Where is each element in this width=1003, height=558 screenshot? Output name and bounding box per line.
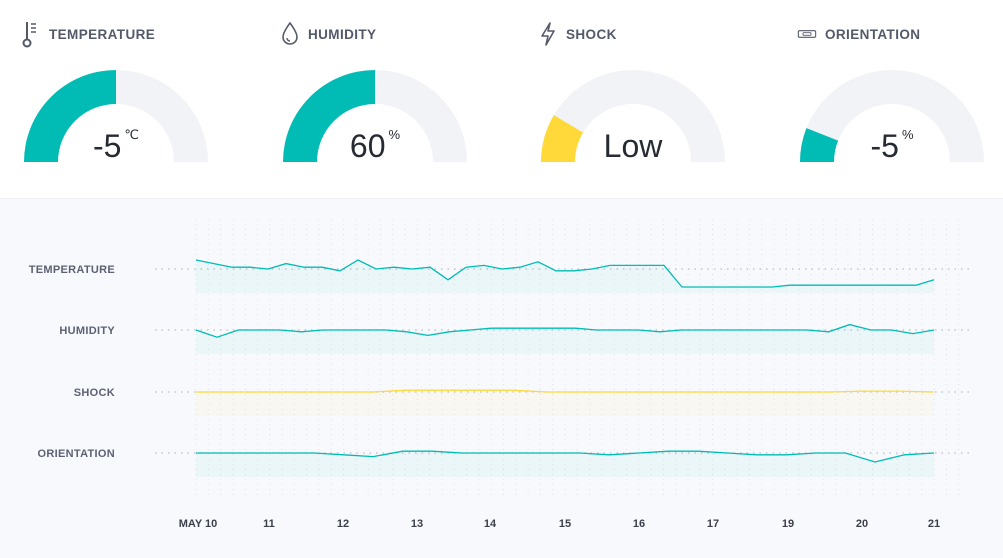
temperature-value-number: -5	[92, 128, 122, 164]
x-tick-label: 11	[263, 518, 275, 530]
humidity-value-unit: %	[388, 127, 401, 143]
humidity-label: HUMIDITY	[308, 26, 377, 42]
sensor-timeline-chart: TEMPERATURE HUMIDITY SHOCK ORIENTATION MAY 1…	[0, 199, 1003, 558]
x-tick-label: 16	[633, 518, 645, 530]
x-tick-label: 21	[928, 518, 940, 530]
temperature-value-unit: ℃	[124, 127, 140, 143]
shock-label: SHOCK	[566, 26, 617, 42]
level-icon	[797, 20, 817, 48]
orientation-value: -5%	[797, 127, 987, 165]
row-label-temperature: TEMPERATURE	[29, 264, 115, 276]
gauge-panel: TEMPERATURE -5 ℃ HUMIDITY 60% SHOCK Low ORIE…	[0, 0, 1003, 198]
chart-svg: TEMPERATURE HUMIDITY SHOCK ORIENTATION MAY 1…	[29, 219, 970, 530]
gauge-temperature: TEMPERATURE -5 ℃	[21, 0, 261, 198]
temperature-value: -5 ℃	[21, 127, 211, 165]
x-tick-label: 12	[337, 518, 349, 530]
temperature-label: TEMPERATURE	[49, 26, 156, 42]
gauge-shock: SHOCK Low	[538, 0, 778, 198]
shock-value-number: Low	[603, 128, 663, 164]
series-area-orientation	[196, 451, 934, 477]
orientation-label: ORIENTATION	[825, 26, 921, 42]
row-label-orientation: ORIENTATION	[38, 448, 115, 460]
x-tick-label: 13	[411, 518, 423, 530]
lightning-icon	[538, 20, 558, 48]
x-tick-label: 15	[559, 518, 571, 530]
orientation-title: ORIENTATION	[797, 20, 920, 48]
humidity-value-number: 60	[349, 128, 386, 164]
humidity-title: HUMIDITY	[280, 20, 376, 48]
x-tick-label: 19	[782, 518, 794, 530]
series-area-shock	[196, 390, 934, 416]
row-label-shock: SHOCK	[74, 387, 115, 399]
row-label-humidity: HUMIDITY	[59, 325, 115, 337]
gauge-humidity: HUMIDITY 60%	[280, 0, 520, 198]
shock-value: Low	[538, 128, 728, 165]
series-line-shock	[196, 389, 935, 393]
gauge-orientation: ORIENTATION -5%	[797, 0, 1003, 198]
x-tick-label: 14	[484, 518, 497, 530]
humidity-value: 60%	[280, 127, 470, 165]
thermometer-icon	[21, 20, 41, 48]
x-tick-label: MAY 10	[179, 518, 218, 530]
orientation-value-number: -5	[870, 128, 899, 164]
temperature-title: TEMPERATURE	[21, 20, 155, 48]
orientation-value-unit: %	[901, 127, 914, 143]
x-tick-label: 20	[856, 518, 868, 530]
x-tick-label: 17	[707, 518, 719, 530]
shock-title: SHOCK	[538, 20, 617, 48]
droplet-icon	[280, 20, 300, 48]
